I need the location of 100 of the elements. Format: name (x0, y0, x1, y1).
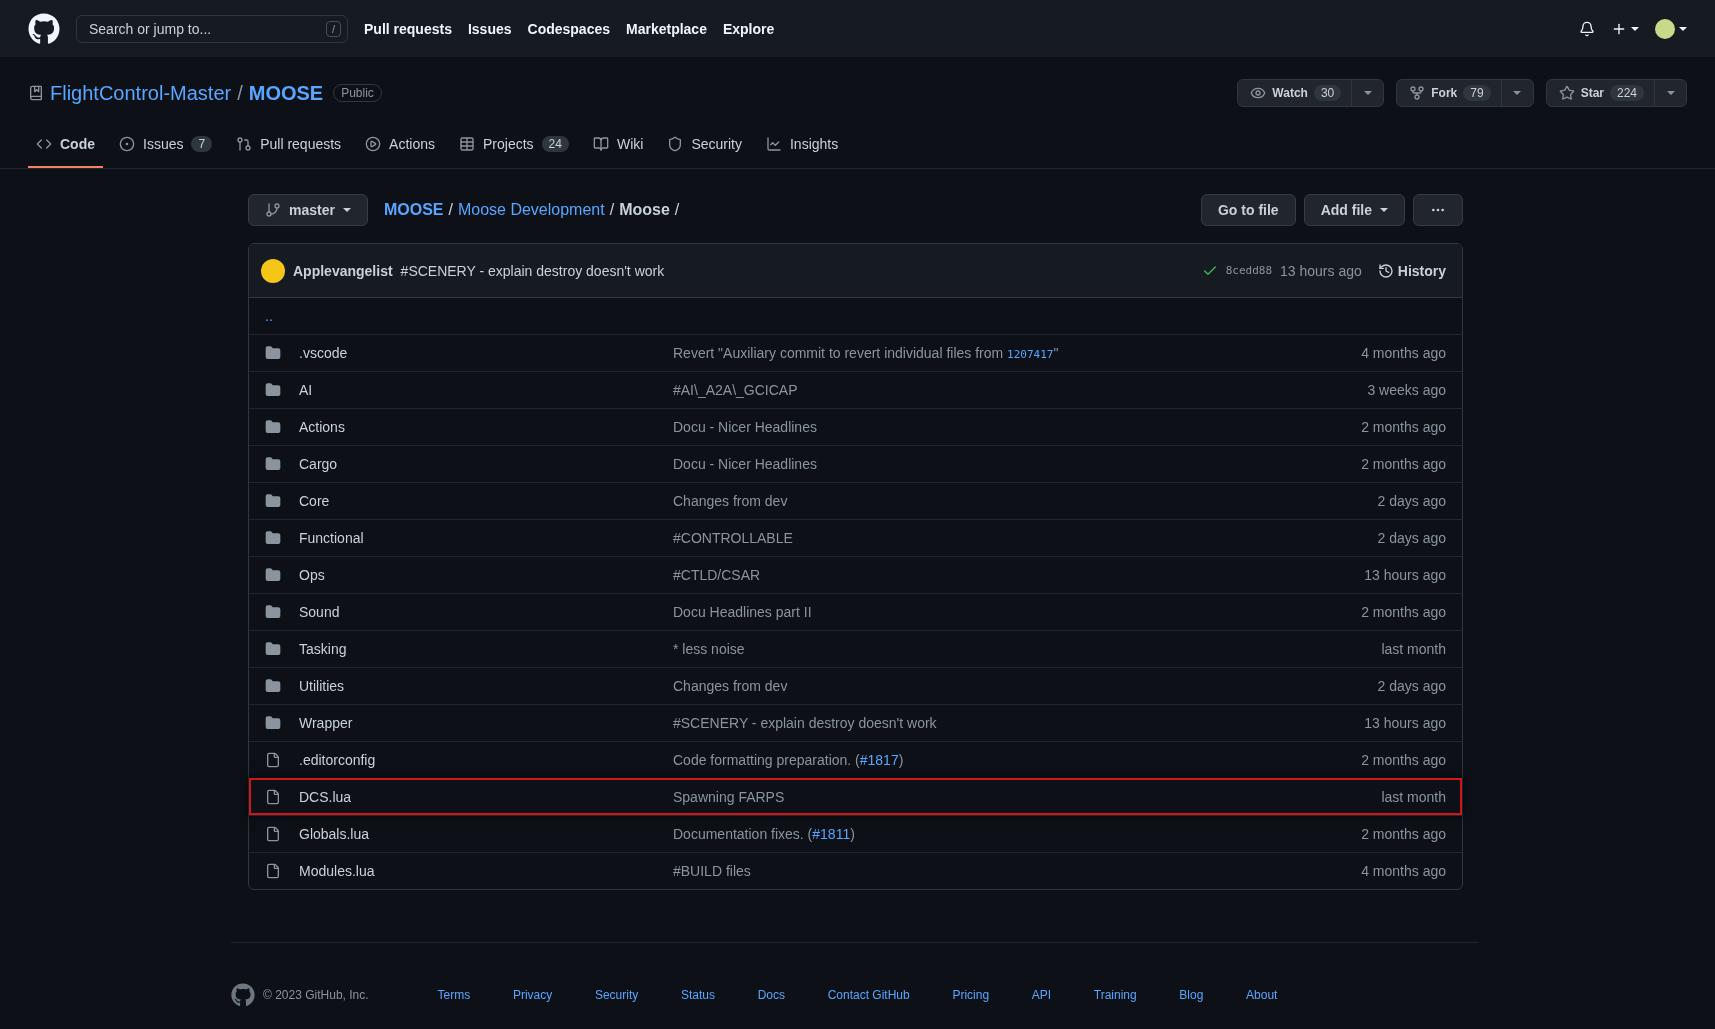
file-row[interactable]: Globals.lua Documentation fixes. (#1811) 2 months ago (249, 815, 1462, 852)
github-logo-icon[interactable] (28, 12, 60, 45)
commit-sha[interactable]: 8cedd88 (1225, 264, 1273, 277)
file-row[interactable]: Core Changes from dev 2 days ago (249, 482, 1462, 519)
file-row[interactable]: Ops #CTLD/CSAR 13 hours ago (249, 556, 1462, 593)
file-row[interactable]: .vscode Revert "Auxiliary commit to revert individual files from 1207417" 4 months ago (249, 334, 1462, 371)
file-name[interactable]: .editorconfig (287, 752, 673, 768)
path-separator: / (609, 201, 615, 219)
commit-message[interactable]: #SCENERY - explain destroy doesn't work (673, 715, 1365, 731)
footer-link[interactable]: Pricing (952, 988, 990, 1002)
footer-link[interactable]: Privacy (512, 988, 553, 1002)
commit-message[interactable]: * less noise (673, 641, 1382, 657)
footer-link[interactable]: Terms (437, 988, 471, 1002)
file-name[interactable]: Utilities (287, 678, 673, 694)
footer-link[interactable]: Blog (1179, 988, 1204, 1002)
file-row[interactable]: Cargo Docu - Nicer Headlines 2 months ago (249, 445, 1462, 482)
star-button[interactable]: Star 224 (1546, 80, 1654, 106)
file-name[interactable]: Functional (287, 530, 673, 546)
pull-request-icon (236, 135, 253, 152)
bell-icon[interactable] (1579, 20, 1595, 37)
add-file-button[interactable]: Add file (1303, 194, 1405, 226)
commit-message[interactable]: Docu - Nicer Headlines (673, 419, 1362, 435)
commit-message[interactable]: Changes from dev (673, 493, 1378, 509)
file-row[interactable]: Functional #CONTROLLABLE 2 days ago (249, 519, 1462, 556)
file-row[interactable]: Utilities Changes from dev 2 days ago (249, 667, 1462, 704)
file-row[interactable]: Tasking * less noise last month (249, 630, 1462, 667)
footer-link[interactable]: API (1031, 988, 1052, 1002)
commit-message[interactable]: Documentation fixes. (#1811) (673, 826, 1362, 842)
fork-button[interactable]: Fork 79 (1397, 80, 1501, 106)
commit-time: 2 months ago (1361, 419, 1446, 435)
file-name[interactable]: Wrapper (287, 715, 673, 731)
file-name[interactable]: Core (287, 493, 673, 509)
file-name[interactable]: Globals.lua (287, 826, 673, 842)
file-row[interactable]: Modules.lua #BUILD files 4 months ago (249, 852, 1462, 889)
repo-tab[interactable]: Code (28, 121, 103, 168)
repo-tab[interactable]: Actions (357, 121, 443, 168)
file-name[interactable]: AI (287, 382, 673, 398)
commit-message[interactable]: #CONTROLLABLE (673, 530, 1378, 546)
commit-author[interactable]: Applevangelist (293, 262, 393, 279)
repo-name-link[interactable]: MOOSE (248, 81, 324, 105)
footer-link[interactable]: Docs (757, 988, 785, 1002)
commit-message[interactable]: #SCENERY - explain destroy doesn't work (400, 262, 665, 279)
file-row[interactable]: .editorconfig Code formatting preparation. (#1817) 2 months ago (249, 741, 1462, 778)
commit-message[interactable]: Docu - Nicer Headlines (673, 456, 1362, 472)
footer-link[interactable]: Contact GitHub (827, 988, 910, 1002)
commit-message[interactable]: Code formatting preparation. (#1817) (673, 752, 1362, 768)
footer-link[interactable]: About (1246, 988, 1278, 1002)
branch-button[interactable]: master (248, 194, 368, 226)
repo-tab[interactable]: Insights (757, 121, 847, 168)
nav-link[interactable]: Explore (722, 20, 775, 37)
commit-message[interactable]: #BUILD files (673, 863, 1362, 879)
footer-link[interactable]: Training (1093, 988, 1137, 1002)
file-name[interactable]: Modules.lua (287, 863, 673, 879)
footer-link[interactable]: Status (680, 988, 715, 1002)
nav-link[interactable]: Issues (467, 20, 512, 37)
file-row[interactable]: Sound Docu Headlines part II 2 months ago (249, 593, 1462, 630)
file-name[interactable]: Ops (287, 567, 673, 583)
commit-time: 4 months ago (1361, 863, 1446, 879)
file-name[interactable]: DCS.lua (287, 789, 673, 805)
breadcrumb-link[interactable]: Moose Development (457, 201, 605, 219)
file-name[interactable]: Sound (287, 604, 673, 620)
issue-link[interactable]: #1817 (859, 752, 899, 768)
nav-link[interactable]: Marketplace (626, 20, 707, 37)
footer-link[interactable]: Security (594, 988, 639, 1002)
repo-tab[interactable]: Projects 24 (451, 121, 577, 168)
breadcrumb-link[interactable]: MOOSE (383, 201, 444, 219)
file-icon (265, 826, 281, 842)
watch-button[interactable]: Watch 30 (1238, 80, 1352, 106)
user-menu-button[interactable] (1655, 18, 1687, 39)
go-to-file-button[interactable]: Go to file (1201, 194, 1296, 226)
commit-sha-link[interactable]: 1207417 (1007, 348, 1054, 361)
file-row[interactable]: AI #AI\_A2A\_GCICAP 3 weeks ago (249, 371, 1462, 408)
owner-link[interactable]: FlightControl-Master (50, 81, 232, 105)
file-name[interactable]: Actions (287, 419, 673, 435)
nav-link[interactable]: Pull requests (364, 20, 452, 37)
commit-message[interactable]: Docu Headlines part II (673, 604, 1362, 620)
count-label: 224 (1609, 85, 1644, 101)
commit-message[interactable]: #CTLD/CSAR (673, 567, 1365, 583)
file-name[interactable]: Tasking (287, 641, 673, 657)
repo-tab[interactable]: Pull requests (228, 121, 350, 168)
nav-link[interactable]: Codespaces (527, 20, 610, 37)
commit-message[interactable]: Changes from dev (673, 678, 1378, 694)
commit-message[interactable]: Revert "Auxiliary commit to revert individual files from 1207417" (673, 345, 1362, 361)
file-name[interactable]: Cargo (287, 456, 673, 472)
commit-message[interactable]: #AI\_A2A\_GCICAP (673, 382, 1368, 398)
history-link[interactable]: History (1369, 254, 1446, 287)
folder-icon (265, 678, 281, 694)
highlighted-file-row[interactable]: DCS.lua Spawning FARPS last month (249, 778, 1462, 815)
search-field[interactable]: Search or jump to... / (76, 14, 348, 43)
file-row[interactable]: Actions Docu - Nicer Headlines 2 months ago (249, 408, 1462, 445)
repo-tab[interactable]: Issues 7 (111, 121, 221, 168)
file-row[interactable]: Wrapper #SCENERY - explain destroy doesn't work 13 hours ago (249, 704, 1462, 741)
folder-icon (265, 715, 281, 731)
commit-message[interactable]: Spawning FARPS (673, 789, 1382, 805)
issue-link[interactable]: #1811 (812, 826, 851, 842)
folder-icon (265, 641, 281, 657)
repo-tab[interactable]: Wiki (584, 121, 652, 168)
repo-tab[interactable]: Security (659, 121, 750, 168)
parent-directory-link[interactable]: .. (265, 308, 273, 324)
file-name[interactable]: .vscode (287, 345, 673, 361)
